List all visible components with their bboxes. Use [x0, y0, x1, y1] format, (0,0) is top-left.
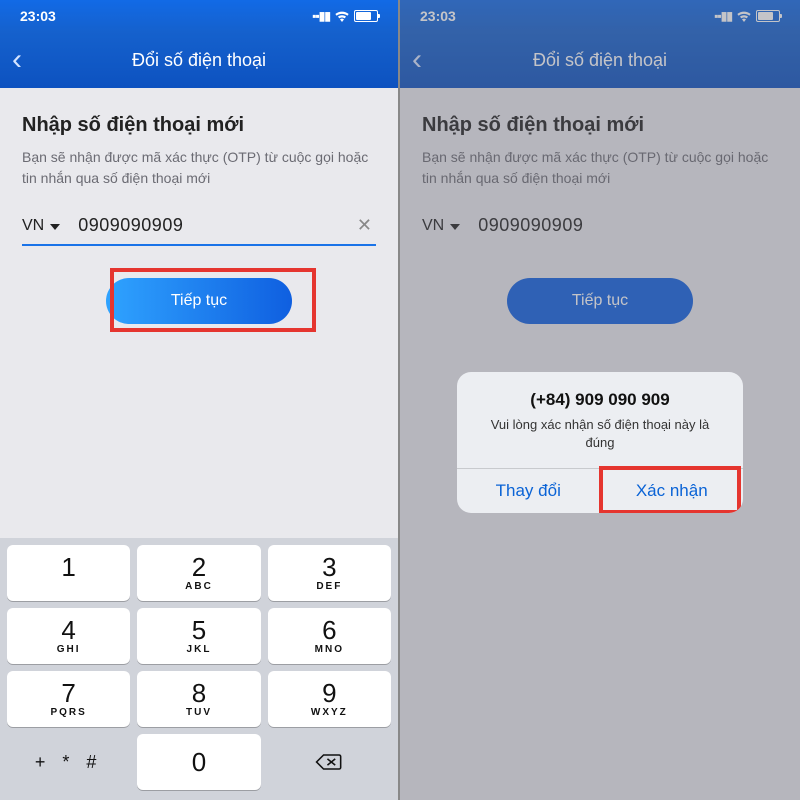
clock: 23:03 — [20, 8, 56, 24]
button-row: Tiếp tục — [22, 278, 376, 324]
key-symbols[interactable]: + * # — [7, 734, 130, 790]
clear-icon[interactable]: ✕ — [353, 215, 376, 236]
key-0[interactable]: 0 — [137, 734, 260, 790]
heading: Nhập số điện thoại mới — [22, 114, 376, 137]
wifi-icon — [334, 10, 350, 22]
key-5[interactable]: 5JKL — [137, 608, 260, 664]
screenshot-left: 23:03 ▪▪▮▮ ‹ Đổi số điện thoại Nhập số đ… — [0, 0, 400, 800]
backspace-icon — [315, 752, 343, 772]
alert-cancel-button[interactable]: Thay đổi — [457, 469, 601, 513]
content: Nhập số điện thoại mới Bạn sẽ nhận được … — [0, 88, 398, 324]
key-3[interactable]: 3DEF — [268, 545, 391, 601]
phone-input[interactable]: 0909090909 — [78, 215, 353, 236]
screenshot-right: 23:03 ▪▪▮▮ ‹ Đổi số điện thoại Nhập số đ… — [400, 0, 800, 800]
signal-icon: ▪▪▮▮ — [312, 9, 330, 23]
numeric-keypad: 1 2ABC 3DEF 4GHI 5JKL 6MNO 7PQRS 8TUV 9W… — [0, 538, 398, 800]
alert-title: (+84) 909 090 909 — [475, 390, 725, 410]
chevron-down-icon[interactable] — [50, 224, 60, 230]
key-2[interactable]: 2ABC — [137, 545, 260, 601]
continue-label: Tiếp tục — [171, 292, 227, 310]
key-7[interactable]: 7PQRS — [7, 671, 130, 727]
alert-message: Vui lòng xác nhận số điện thoại này là đ… — [475, 416, 725, 452]
key-8[interactable]: 8TUV — [137, 671, 260, 727]
key-6[interactable]: 6MNO — [268, 608, 391, 664]
key-1[interactable]: 1 — [7, 545, 130, 601]
key-backspace[interactable] — [268, 734, 391, 790]
continue-button[interactable]: Tiếp tục — [106, 278, 292, 324]
nav-bar: ‹ Đổi số điện thoại — [0, 32, 398, 88]
key-9[interactable]: 9WXYZ — [268, 671, 391, 727]
phone-input-row: VN 0909090909 ✕ — [22, 215, 376, 246]
highlight-box — [599, 466, 741, 513]
status-bar: 23:03 ▪▪▮▮ — [0, 0, 398, 32]
key-4[interactable]: 4GHI — [7, 608, 130, 664]
status-icons: ▪▪▮▮ — [312, 9, 378, 23]
page-title: Đổi số điện thoại — [12, 50, 386, 71]
country-code[interactable]: VN — [22, 217, 44, 235]
confirm-alert: (+84) 909 090 909 Vui lòng xác nhận số đ… — [457, 372, 743, 513]
battery-icon — [354, 10, 378, 22]
subheading: Bạn sẽ nhận được mã xác thực (OTP) từ cu… — [22, 147, 376, 189]
